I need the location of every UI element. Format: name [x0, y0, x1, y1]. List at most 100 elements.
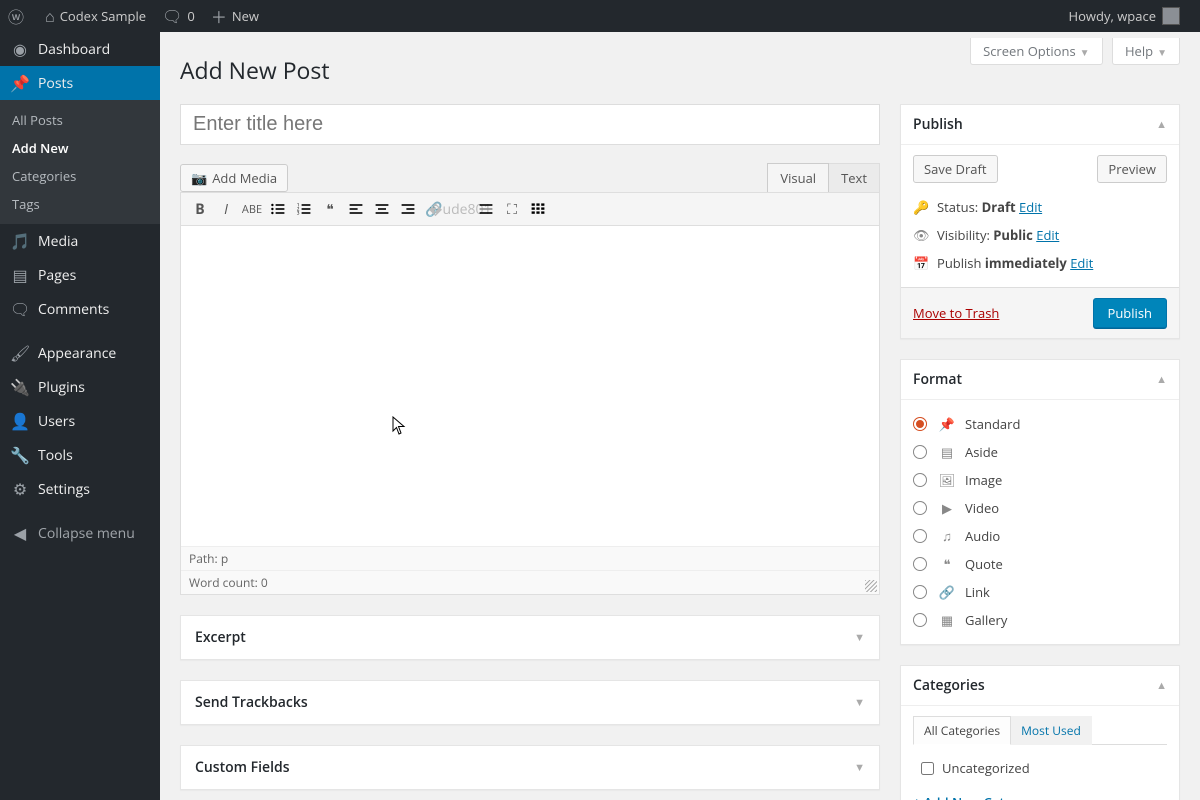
submenu-categories[interactable]: Categories — [0, 162, 160, 190]
kitchen-sink-button[interactable] — [525, 197, 551, 221]
move-to-trash-link[interactable]: Move to Trash — [913, 304, 999, 322]
format-quote[interactable]: ❝Quote — [913, 550, 1167, 578]
edit-schedule-link[interactable]: Edit — [1070, 254, 1093, 272]
menu-posts-label: Posts — [38, 74, 73, 93]
box-custom-fields-header[interactable]: Custom Fields▼ — [181, 746, 879, 789]
menu-appearance[interactable]: 🖌Appearance — [0, 336, 160, 370]
menu-media[interactable]: 🎵Media — [0, 224, 160, 258]
title-wrap — [180, 104, 880, 145]
radio-icon — [913, 529, 927, 543]
format-standard[interactable]: 📌Standard — [913, 410, 1167, 438]
content-body: Screen Options▼ Help▼ Add New Post 📷Add … — [160, 32, 1200, 800]
menu-users[interactable]: 👤Users — [0, 404, 160, 438]
menu-plugins-label: Plugins — [38, 378, 85, 397]
align-left-button[interactable] — [343, 197, 369, 221]
caret-up-icon: ▲ — [1156, 372, 1167, 387]
menu-dashboard[interactable]: ◉Dashboard — [0, 32, 160, 66]
box-trackbacks-header[interactable]: Send Trackbacks▼ — [181, 681, 879, 724]
format-icon: 🔗 — [937, 583, 957, 601]
format-link[interactable]: 🔗Link — [913, 578, 1167, 606]
box-format: Format▲ 📌Standard▤Aside🖼Image▶Video♫Audi… — [900, 359, 1180, 645]
tab-all-categories[interactable]: All Categories — [913, 716, 1011, 745]
caret-down-icon: ▼ — [854, 760, 865, 775]
plus-icon: ＋ — [211, 4, 227, 28]
box-categories-title: Categories — [913, 676, 985, 695]
menu-settings[interactable]: ⚙Settings — [0, 472, 160, 506]
comments-bubble[interactable]: 🗨0 — [154, 0, 203, 32]
svg-text:3: 3 — [297, 211, 300, 217]
edit-visibility-link[interactable]: Edit — [1036, 226, 1059, 244]
help-toggle[interactable]: Help ▼ — [1112, 38, 1180, 65]
strike-button[interactable]: ABE — [239, 197, 265, 221]
radio-icon — [913, 613, 927, 627]
screen-options-toggle[interactable]: Screen Options▼ — [970, 38, 1103, 65]
format-label: Video — [965, 499, 999, 517]
box-excerpt-header[interactable]: Excerpt▼ — [181, 616, 879, 659]
align-center-button[interactable] — [369, 197, 395, 221]
submenu-add-new[interactable]: Add New — [0, 134, 160, 162]
post-title-input[interactable] — [180, 104, 880, 145]
align-right-button[interactable] — [395, 197, 421, 221]
tab-most-used[interactable]: Most Used — [1011, 716, 1092, 745]
more-button[interactable] — [473, 197, 499, 221]
tab-text[interactable]: Text — [829, 163, 880, 192]
menu-users-label: Users — [38, 412, 75, 431]
help-label: Help — [1125, 42, 1153, 60]
format-audio[interactable]: ♫Audio — [913, 522, 1167, 550]
caret-down-icon: ▼ — [1157, 45, 1167, 59]
box-trackbacks: Send Trackbacks▼ — [180, 680, 880, 725]
tab-visual[interactable]: Visual — [767, 163, 829, 192]
unlink-button[interactable]: �ude801 — [447, 197, 473, 221]
save-draft-button[interactable]: Save Draft — [913, 155, 998, 183]
box-publish: Publish▲ Save Draft Preview 🔑 Status: Dr… — [900, 104, 1180, 339]
site-name[interactable]: ⌂Codex Sample — [37, 0, 154, 32]
bold-button[interactable]: B — [187, 197, 213, 221]
wp-logo[interactable]: ⓦ — [0, 0, 37, 32]
category-item[interactable]: Uncategorized — [913, 755, 1167, 781]
menu-plugins[interactable]: 🔌Plugins — [0, 370, 160, 404]
calendar-icon: 📅 — [913, 254, 931, 272]
radio-icon — [913, 417, 927, 431]
menu-comments[interactable]: 🗨Comments — [0, 292, 160, 326]
visibility-label: Visibility: — [937, 226, 990, 244]
menu-pages[interactable]: ▤Pages — [0, 258, 160, 292]
posts-submenu: All Posts Add New Categories Tags — [0, 100, 160, 224]
edit-status-link[interactable]: Edit — [1019, 198, 1042, 216]
format-image[interactable]: 🖼Image — [913, 466, 1167, 494]
box-publish-header[interactable]: Publish▲ — [901, 105, 1179, 145]
italic-button[interactable]: I — [213, 197, 239, 221]
menu-posts[interactable]: 📌Posts — [0, 66, 160, 100]
format-gallery[interactable]: ▦ Gallery — [913, 606, 1167, 634]
ol-button[interactable]: 123 — [291, 197, 317, 221]
menu-tools[interactable]: 🔧Tools — [0, 438, 160, 472]
ul-button[interactable] — [265, 197, 291, 221]
format-icon: ▦ — [937, 611, 957, 629]
format-label: Gallery — [965, 611, 1007, 629]
caret-up-icon: ▲ — [1156, 678, 1167, 693]
format-video[interactable]: ▶Video — [913, 494, 1167, 522]
collapse-icon: ◀ — [10, 522, 30, 544]
format-label: Quote — [965, 555, 1003, 573]
my-account[interactable]: Howdy, wpace — [1061, 0, 1188, 32]
submenu-all-posts[interactable]: All Posts — [0, 106, 160, 134]
format-aside[interactable]: ▤Aside — [913, 438, 1167, 466]
brush-icon: 🖌 — [10, 342, 30, 364]
collapse-menu[interactable]: ◀Collapse menu — [0, 516, 160, 550]
box-excerpt: Excerpt▼ — [180, 615, 880, 660]
add-media-button[interactable]: 📷Add Media — [180, 164, 288, 192]
quote-button[interactable]: ❝ — [317, 197, 343, 221]
submenu-tags[interactable]: Tags — [0, 190, 160, 218]
resize-handle[interactable] — [865, 580, 877, 592]
screen-options-label: Screen Options — [983, 42, 1076, 60]
menu-pages-label: Pages — [38, 266, 76, 285]
publish-button[interactable]: Publish — [1093, 298, 1167, 328]
box-format-header[interactable]: Format▲ — [901, 360, 1179, 400]
category-checkbox[interactable] — [921, 762, 934, 775]
fullscreen-button[interactable]: ⛶ — [499, 197, 525, 221]
add-category-link[interactable]: + Add New Category — [913, 793, 1040, 800]
box-categories-header[interactable]: Categories ▲ — [901, 666, 1179, 706]
editor-canvas[interactable] — [181, 226, 879, 546]
preview-button[interactable]: Preview — [1097, 155, 1167, 183]
new-content[interactable]: ＋New — [203, 0, 267, 32]
editor-path: Path: p — [181, 547, 879, 570]
